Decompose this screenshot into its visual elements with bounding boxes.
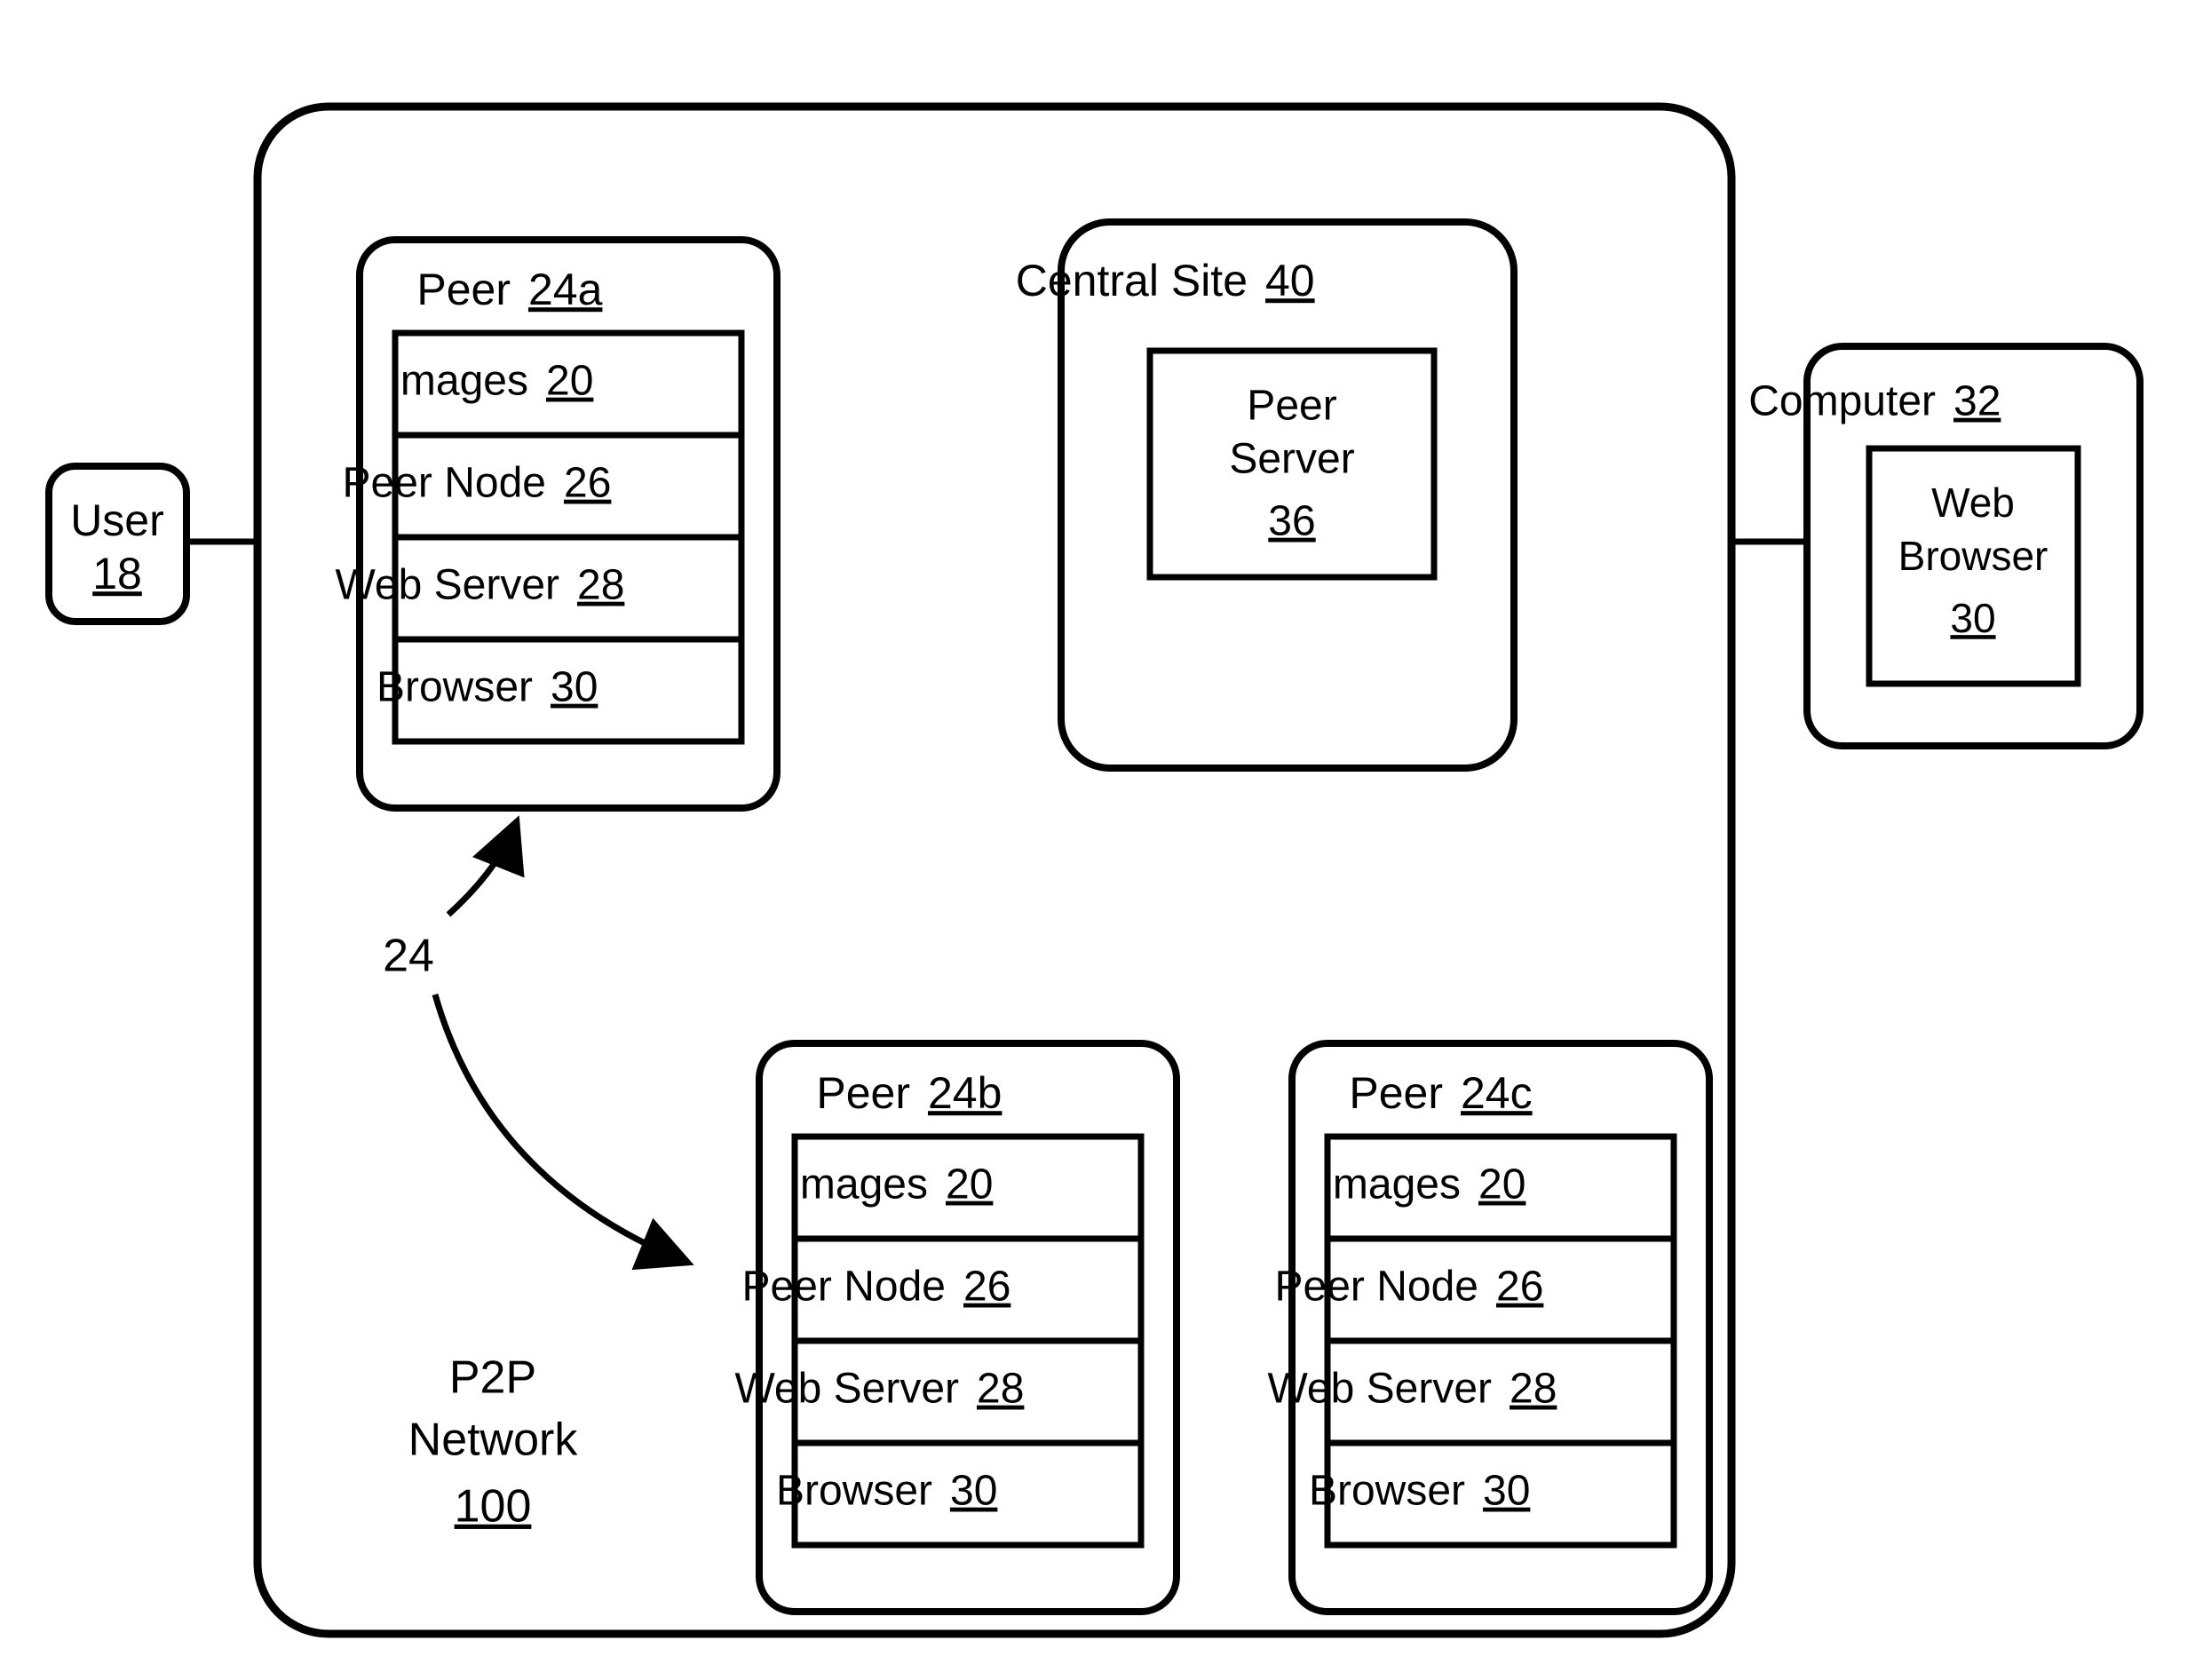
peer-b-row-0: Images 20 [788, 1137, 1141, 1239]
peer-b-row-2-ref: 28 [977, 1366, 1024, 1413]
peer-a-row-1-ref: 26 [564, 460, 611, 507]
peer-b-row-1-ref: 26 [963, 1264, 1010, 1311]
peer-c-row-2-label: Web Server [1267, 1366, 1492, 1413]
peer-c-row-0-ref: 20 [1478, 1161, 1525, 1208]
network-label2: Network [408, 1415, 579, 1466]
peer-c-box: Peer 24c Images 20 Peer Node 26 Web Serv… [1267, 1043, 1709, 1612]
computer-box: Computer 32 Web Browser 30 [1748, 346, 2140, 746]
peer-b-row-1-label: Peer Node [742, 1264, 946, 1311]
peer-c-row-3-label: Browser [1309, 1468, 1465, 1515]
peer-c-row-1: Peer Node 26 [1275, 1239, 1674, 1341]
central-ref: 40 [1265, 256, 1315, 305]
network-ref: 100 [455, 1481, 532, 1533]
callout-24: 24 [383, 931, 434, 982]
peer-c-row-2: Web Server 28 [1267, 1341, 1674, 1443]
peer-b-row-2: Web Server 28 [734, 1341, 1141, 1443]
peer-c-row-3: Browser 30 [1309, 1443, 1674, 1545]
peer-c-row-0-label: Images [1321, 1161, 1461, 1208]
peer-c-row-1-ref: 26 [1496, 1264, 1543, 1311]
peer-server-label2: Server [1229, 436, 1354, 483]
peer-a-box: Peer 24a Images 20 Peer Node 26 Web Serv… [335, 240, 777, 808]
peer-a-row-3-label: Browser [376, 664, 533, 711]
peer-a-ref: 24a [528, 265, 603, 314]
peer-b-row-0-ref: 20 [946, 1161, 993, 1208]
web-browser-label2: Browser [1898, 533, 2048, 579]
user-box: User 18 [49, 466, 186, 622]
peer-b-title: Peer [816, 1068, 910, 1118]
peer-a-title: Peer [416, 265, 511, 314]
central-title: Central Site [1016, 256, 1248, 305]
central-site-box: Central Site 40 Peer Server 36 [1016, 222, 1514, 768]
user-label: User [70, 495, 164, 545]
peer-c-title: Peer [1349, 1068, 1443, 1118]
peer-a-row-0-ref: 20 [546, 358, 593, 405]
peer-b-row-0-label: Images [788, 1161, 928, 1208]
web-browser-label1: Web [1931, 479, 2015, 526]
peer-a-row-3-ref: 30 [551, 664, 598, 711]
peer-b-ref: 24b [928, 1068, 1002, 1118]
peer-b-row-3-ref: 30 [950, 1468, 997, 1515]
peer-c-row-0: Images 20 [1321, 1137, 1674, 1239]
peer-a-row-1: Peer Node 26 [343, 435, 741, 537]
peer-c-row-3-ref: 30 [1483, 1468, 1530, 1515]
peer-b-row-3-label: Browser [776, 1468, 932, 1515]
web-browser-ref: 30 [1950, 595, 1995, 641]
peer-a-row-0-label: Images [389, 358, 528, 405]
peer-a-row-3: Browser 30 [376, 639, 741, 741]
peer-b-row-1: Peer Node 26 [742, 1239, 1141, 1341]
peer-b-row-2-label: Web Server [734, 1366, 959, 1413]
peer-c-row-1-label: Peer Node [1275, 1264, 1478, 1311]
peer-a-row-0: Images 20 [389, 333, 741, 435]
peer-b-box: Peer 24b Images 20 Peer Node 26 Web Serv… [734, 1043, 1177, 1612]
peer-server-label1: Peer [1247, 383, 1336, 430]
user-ref: 18 [92, 549, 142, 598]
peer-a-row-1-label: Peer Node [343, 460, 546, 507]
peer-b-row-3: Browser 30 [776, 1443, 1141, 1545]
peer-a-row-2-label: Web Server [335, 562, 559, 609]
computer-ref: 32 [1953, 378, 2001, 425]
peer-c-row-2-ref: 28 [1510, 1366, 1557, 1413]
peer-a-row-2-ref: 28 [577, 562, 624, 609]
network-label1: P2P [449, 1352, 536, 1404]
peer-c-ref: 24c [1461, 1068, 1533, 1118]
peer-a-row-2: Web Server 28 [335, 537, 741, 639]
computer-title: Computer [1748, 378, 1936, 425]
peer-server-ref: 36 [1268, 498, 1315, 545]
